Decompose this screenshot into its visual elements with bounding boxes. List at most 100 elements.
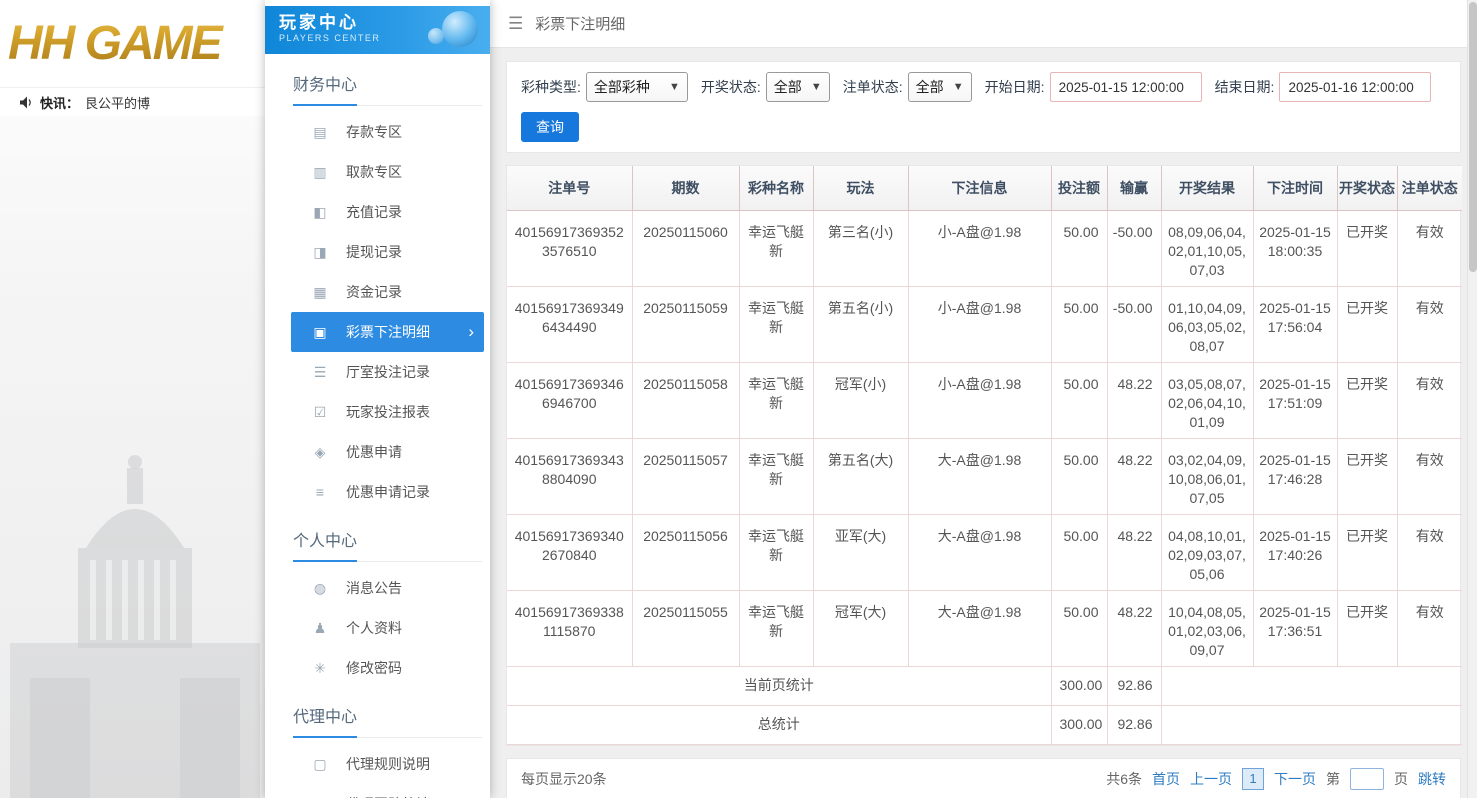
cell-bet-info: 大-A盘@1.98 xyxy=(907,590,1051,667)
funds-records-icon: ▦ xyxy=(313,283,327,300)
sidebar-item[interactable]: ♟ 个人资料 xyxy=(291,608,484,648)
draw-status-label: 开奖状态: xyxy=(700,79,761,95)
cell-order-no: 401569173693381115870 xyxy=(507,590,632,667)
cell-play: 亚军(大) xyxy=(812,514,908,591)
sidebar-item[interactable]: ◧ 充值记录 xyxy=(291,192,484,232)
column-header: 下注时间 xyxy=(1252,166,1337,211)
cell-order-status: 有效 xyxy=(1396,210,1462,287)
start-date-input[interactable] xyxy=(1049,72,1202,102)
sidebar-item-label: 优惠申请 xyxy=(346,444,402,460)
column-header: 注单号 xyxy=(507,166,632,211)
cell-order-status: 有效 xyxy=(1396,362,1462,439)
cell-bet-amount: 50.00 xyxy=(1050,514,1107,591)
cell-lottery-name: 幸运飞艇新 xyxy=(738,362,813,439)
speaker-icon xyxy=(20,96,31,108)
bets-table: 注单号 期数 彩种名称 玩法 下注信息 投注额 输赢 开奖结果 下注时间 开奖状态 注单状态 401… xyxy=(507,166,1462,745)
order-status-label: 注单状态: xyxy=(842,79,903,95)
sidebar-item[interactable]: ◨ 提现记录 xyxy=(291,232,484,272)
first-page-link[interactable]: 首页 xyxy=(1152,769,1180,789)
globe-decoration-small-icon xyxy=(428,28,444,44)
prev-page-link[interactable]: 上一页 xyxy=(1190,769,1232,789)
cell-bet-info: 小-A盘@1.98 xyxy=(907,362,1051,439)
cell-win-loss: -50.00 xyxy=(1106,210,1161,287)
sidebar-item[interactable]: ◈ 优惠申请 xyxy=(291,432,484,472)
end-date-group: 结束日期: xyxy=(1215,72,1432,102)
cell-lottery-name: 幸运飞艇新 xyxy=(738,514,813,591)
column-header: 期数 xyxy=(631,166,739,211)
menu-toggle-icon[interactable]: ☰ xyxy=(508,14,523,34)
cell-order-no: 401569173693523576510 xyxy=(507,210,632,287)
column-header: 开奖结果 xyxy=(1160,166,1253,211)
cell-order-status: 有效 xyxy=(1396,514,1462,591)
cell-bet-info: 小-A盘@1.98 xyxy=(907,210,1051,287)
page-jump-input[interactable] xyxy=(1350,767,1384,790)
order-status-select[interactable]: 全部 ▼ xyxy=(907,72,972,102)
cell-draw-status: 已开奖 xyxy=(1336,362,1397,439)
cell-play: 冠军(大) xyxy=(812,590,908,667)
sidebar-item[interactable]: ◍ 消息公告 xyxy=(291,568,484,608)
ticker-text: 艮公平的博 xyxy=(85,95,151,111)
draw-status-value: 全部 xyxy=(773,79,802,95)
sidebar-item[interactable]: ☰ 厅室投注记录 xyxy=(291,352,484,392)
sidebar-item[interactable]: ▥ 取款专区 xyxy=(291,152,484,192)
news-ticker: 快讯： 艮公平的博 xyxy=(0,88,265,116)
filter-panel: 彩种类型: 全部彩种 ▼ 开奖状态: 全部 ▼ 注单状态: 全部 ▼ 开始日期:… xyxy=(506,61,1461,153)
summary-label: 当前页统计 xyxy=(507,666,1051,706)
column-header: 玩法 xyxy=(812,166,908,211)
player-bet-report-icon: ☑ xyxy=(313,403,327,420)
scrollbar-thumb[interactable] xyxy=(1469,2,1477,272)
column-header: 输赢 xyxy=(1106,166,1161,211)
sidebar-item-label: 资金记录 xyxy=(346,284,402,300)
change-password-icon: ✳ xyxy=(314,659,326,676)
cell-draw-status: 已开奖 xyxy=(1336,210,1397,287)
chevron-down-icon: ▼ xyxy=(810,81,822,93)
sidebar-item[interactable]: ▣ 彩票下注明细 › xyxy=(291,312,484,352)
sidebar-item-label: 厅室投注记录 xyxy=(346,364,430,380)
agent-rules-icon: ▢ xyxy=(313,755,327,772)
sidebar-item[interactable]: ≡ 优惠申请记录 xyxy=(291,472,484,512)
sidebar-item[interactable]: ▤ 存款专区 xyxy=(291,112,484,152)
summary-empty-cell xyxy=(1160,666,1462,706)
cashout-records-icon: ◨ xyxy=(313,243,327,260)
sidebar-header: 玩家中心 PLAYERS CENTER xyxy=(265,6,490,54)
pagination-controls: 共6条 首页 上一页 1 下一页 第 页 跳转 xyxy=(1106,767,1446,790)
sidebar-item[interactable]: ☑ 玩家投注报表 xyxy=(291,392,484,432)
sidebar-item[interactable]: ▦ 资金记录 xyxy=(291,272,484,312)
cell-win-loss: 48.22 xyxy=(1106,590,1161,667)
sidebar-item-label: 存款专区 xyxy=(346,124,402,140)
sidebar-item[interactable]: ✳ 修改密码 xyxy=(291,648,484,688)
summary-label: 总统计 xyxy=(507,705,1051,745)
lottery-type-select[interactable]: 全部彩种 ▼ xyxy=(585,72,688,102)
cell-play: 第五名(小) xyxy=(812,286,908,363)
cell-draw-status: 已开奖 xyxy=(1336,438,1397,515)
cell-issue: 20250115060 xyxy=(631,210,739,287)
sidebar-item-label: 个人资料 xyxy=(346,620,402,636)
cell-lottery-name: 幸运飞艇新 xyxy=(738,286,813,363)
next-page-link[interactable]: 下一页 xyxy=(1274,769,1316,789)
column-header: 开奖状态 xyxy=(1336,166,1397,211)
sidebar-item[interactable]: ▢ 代理规则说明 xyxy=(291,744,484,784)
summary-bet-total: 300.00 xyxy=(1050,666,1107,706)
cell-draw-result: 01,10,04,09,06,03,05,02,08,07 xyxy=(1160,286,1253,363)
search-button[interactable]: 查询 xyxy=(521,112,579,142)
draw-status-select[interactable]: 全部 ▼ xyxy=(765,72,830,102)
cell-draw-result: 04,08,10,01,02,09,03,07,05,06 xyxy=(1160,514,1253,591)
current-page-button[interactable]: 1 xyxy=(1242,767,1264,790)
cell-issue: 20250115055 xyxy=(631,590,739,667)
jump-suffix-label: 页 xyxy=(1394,770,1408,787)
vertical-scrollbar[interactable] xyxy=(1467,0,1477,798)
column-header: 投注额 xyxy=(1050,166,1107,211)
table-row: 401569173693402670840 20250115056 幸运飞艇新 亚军(… xyxy=(507,514,1462,591)
sidebar-menu: 财务中心 ▤ 存款专区 ▥ 取款专区 ◧ 充值记录 ◨ 提现记录 ▦ 资金记录 ▣ 彩票下注明细 › ☰ 厅室… xyxy=(265,54,490,798)
table-header: 注单号 期数 彩种名称 玩法 下注信息 投注额 输赢 开奖结果 下注时间 开奖状态 注单状态 xyxy=(507,166,1462,211)
sidebar-item[interactable]: ▦代理团队统计 xyxy=(291,784,484,798)
table-row: 401569173693496434490 20250115059 幸运飞艇新 第五名… xyxy=(507,286,1462,363)
cell-bet-amount: 50.00 xyxy=(1050,286,1107,363)
jump-button[interactable]: 跳转 xyxy=(1418,769,1446,789)
cell-win-loss: 48.22 xyxy=(1106,362,1161,439)
globe-decoration-icon xyxy=(442,11,478,47)
end-date-input[interactable] xyxy=(1279,72,1432,102)
cell-draw-result: 10,04,08,05,01,02,03,06,09,07 xyxy=(1160,590,1253,667)
summary-rows: 当前页统计 300.00 92.86 总统计 300.00 92.86 xyxy=(507,666,1462,745)
cell-order-status: 有效 xyxy=(1396,590,1462,667)
